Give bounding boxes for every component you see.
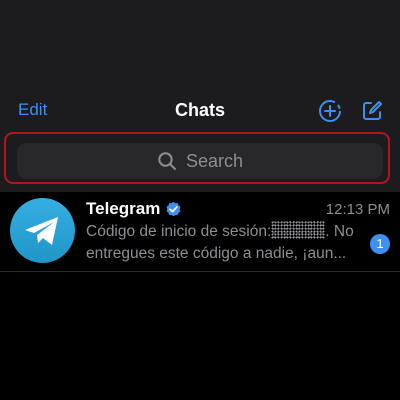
chats-screen: Edit Chats Search Telegram 12:13 PM Códi…: [0, 0, 400, 400]
chat-timestamp: 12:13 PM: [325, 201, 390, 218]
search-placeholder: Search: [185, 150, 244, 171]
divider: [0, 271, 400, 272]
unread-count-badge: 1: [370, 234, 390, 254]
search-input[interactable]: Search: [17, 143, 383, 179]
preview-text-start: Código de inicio de sesión:: [86, 223, 272, 240]
preview-text-end: . No: [325, 223, 354, 240]
chat-name: Telegram: [86, 199, 161, 218]
telegram-paper-plane-icon: [25, 217, 58, 245]
verified-badge-icon: [166, 201, 181, 216]
circle-plus-icon[interactable]: [318, 99, 342, 123]
chat-preview: Código de inicio de sesión: . No entregue…: [86, 221, 366, 265]
hidden-code-spoiler[interactable]: [271, 221, 326, 239]
search-icon: [158, 152, 176, 170]
chat-title: Telegram: [86, 199, 182, 219]
compose-icon[interactable]: [360, 99, 384, 123]
edit-button[interactable]: Edit: [18, 99, 47, 121]
avatar: [10, 198, 75, 263]
preview-line-2: entregues este código a nadie, ¡aun...: [86, 245, 347, 262]
preview-line-1: Código de inicio de sesión: . No: [86, 221, 366, 243]
